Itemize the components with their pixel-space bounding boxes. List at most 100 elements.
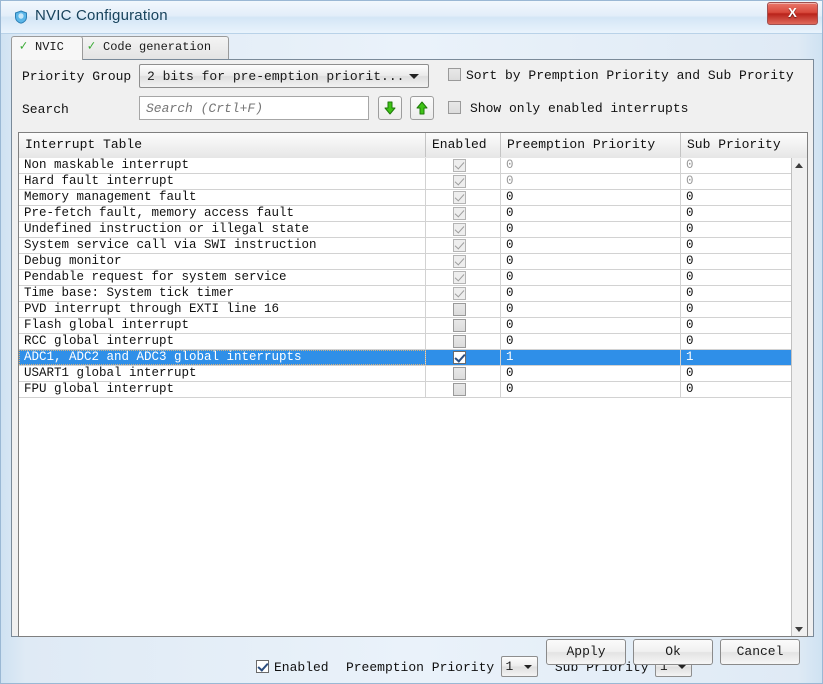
cell-sub-priority[interactable]: 0	[681, 174, 792, 189]
cell-sub-priority[interactable]: 1	[681, 350, 792, 365]
close-icon[interactable]: X	[767, 2, 818, 25]
cell-enabled[interactable]	[426, 222, 501, 237]
table-row[interactable]: RCC global interrupt 0 0	[19, 334, 792, 350]
cancel-button[interactable]: Cancel	[720, 639, 800, 665]
row-enabled-checkbox[interactable]	[453, 383, 466, 396]
cell-interrupt-name: USART1 global interrupt	[19, 366, 426, 381]
checkbox-box[interactable]	[448, 101, 461, 114]
search-prev-button[interactable]	[410, 96, 434, 120]
cell-sub-priority[interactable]: 0	[681, 382, 792, 397]
cell-preemption-priority[interactable]: 0	[501, 158, 681, 173]
cell-preemption-priority[interactable]: 1	[501, 350, 681, 365]
cell-preemption-priority[interactable]: 0	[501, 270, 681, 285]
cell-preemption-priority[interactable]: 0	[501, 286, 681, 301]
search-input[interactable]	[139, 96, 369, 120]
cell-preemption-priority[interactable]: 0	[501, 318, 681, 333]
row-enabled-checkbox[interactable]	[453, 319, 466, 332]
cell-preemption-priority[interactable]: 0	[501, 254, 681, 269]
cell-enabled[interactable]	[426, 174, 501, 189]
cell-sub-priority[interactable]: 0	[681, 222, 792, 237]
tab-nvic[interactable]: ✓ NVIC	[11, 36, 83, 60]
cell-interrupt-name: Pre-fetch fault, memory access fault	[19, 206, 426, 221]
table-row[interactable]: Undefined instruction or illegal state 0 0	[19, 222, 792, 238]
table-row[interactable]: FPU global interrupt 0 0	[19, 382, 792, 398]
table-row[interactable]: Hard fault interrupt 0 0	[19, 174, 792, 190]
cell-sub-priority[interactable]: 0	[681, 302, 792, 317]
apply-button[interactable]: Apply	[546, 639, 626, 665]
cell-preemption-priority[interactable]: 0	[501, 382, 681, 397]
cell-interrupt-name: FPU global interrupt	[19, 382, 426, 397]
column-header-sub-priority[interactable]: Sub Priority	[681, 133, 791, 157]
cell-sub-priority[interactable]: 0	[681, 254, 792, 269]
sort-by-priority-checkbox[interactable]: Sort by Premption Priority and Sub Prori…	[448, 68, 794, 83]
cell-sub-priority[interactable]: 0	[681, 366, 792, 381]
cell-interrupt-name: Non maskable interrupt	[19, 158, 426, 173]
cell-preemption-priority[interactable]: 0	[501, 222, 681, 237]
cell-sub-priority[interactable]: 0	[681, 270, 792, 285]
cell-enabled[interactable]	[426, 238, 501, 253]
show-only-enabled-checkbox[interactable]: Show only enabled interrupts	[448, 101, 688, 116]
row-enabled-checkbox[interactable]	[453, 351, 466, 364]
cell-preemption-priority[interactable]: 0	[501, 334, 681, 349]
row-enabled-checkbox[interactable]	[453, 303, 466, 316]
table-row[interactable]: Pre-fetch fault, memory access fault 0 0	[19, 206, 792, 222]
cell-sub-priority[interactable]: 0	[681, 158, 792, 173]
cell-preemption-priority[interactable]: 0	[501, 302, 681, 317]
scroll-up-arrow-icon[interactable]	[792, 158, 807, 173]
column-header-preemption-priority[interactable]: Preemption Priority	[501, 133, 681, 157]
tab-code-generation[interactable]: ✓ Code generation	[79, 36, 229, 59]
cell-enabled[interactable]	[426, 270, 501, 285]
cell-enabled[interactable]	[426, 382, 501, 397]
cell-sub-priority[interactable]: 0	[681, 238, 792, 253]
cell-enabled[interactable]	[426, 366, 501, 381]
cell-sub-priority[interactable]: 0	[681, 318, 792, 333]
table-row[interactable]: Time base: System tick timer 0 0	[19, 286, 792, 302]
table-row[interactable]: USART1 global interrupt 0 0	[19, 366, 792, 382]
search-next-button[interactable]	[378, 96, 402, 120]
cell-enabled[interactable]	[426, 286, 501, 301]
cell-preemption-priority[interactable]: 0	[501, 206, 681, 221]
cell-sub-priority[interactable]: 0	[681, 190, 792, 205]
cell-interrupt-name: Hard fault interrupt	[19, 174, 426, 189]
window-titlebar: NVIC Configuration X	[1, 1, 822, 34]
cell-enabled[interactable]	[426, 318, 501, 333]
cell-preemption-priority[interactable]: 0	[501, 174, 681, 189]
row-enabled-checkbox[interactable]	[453, 335, 466, 348]
row-enabled-checkbox	[453, 207, 466, 220]
table-row[interactable]: ADC1, ADC2 and ADC3 global interrupts 1 1	[19, 350, 792, 366]
cell-enabled[interactable]	[426, 302, 501, 317]
shield-icon	[14, 10, 28, 24]
table-row[interactable]: System service call via SWI instruction 0…	[19, 238, 792, 254]
cell-enabled[interactable]	[426, 254, 501, 269]
cell-enabled[interactable]	[426, 350, 501, 365]
cell-preemption-priority[interactable]: 0	[501, 366, 681, 381]
row-enabled-checkbox	[453, 271, 466, 284]
scroll-down-arrow-icon[interactable]	[792, 622, 807, 636]
column-header-interrupt-table[interactable]: Interrupt Table	[19, 133, 426, 157]
cell-sub-priority[interactable]: 0	[681, 206, 792, 221]
cell-enabled[interactable]	[426, 206, 501, 221]
cell-enabled[interactable]	[426, 190, 501, 205]
ok-button[interactable]: Ok	[633, 639, 713, 665]
table-row[interactable]: Non maskable interrupt 0 0	[19, 158, 792, 174]
table-row[interactable]: Debug monitor 0 0	[19, 254, 792, 270]
cell-preemption-priority[interactable]: 0	[501, 238, 681, 253]
cell-interrupt-name: RCC global interrupt	[19, 334, 426, 349]
table-row[interactable]: Pendable request for system service 0 0	[19, 270, 792, 286]
checkbox-box[interactable]	[448, 68, 461, 81]
chevron-down-icon	[409, 74, 419, 79]
column-header-enabled[interactable]: Enabled	[426, 133, 501, 157]
tab-nvic-label: NVIC	[35, 40, 64, 54]
table-row[interactable]: PVD interrupt through EXTI line 16 0 0	[19, 302, 792, 318]
table-row[interactable]: Flash global interrupt 0 0	[19, 318, 792, 334]
table-vertical-scrollbar[interactable]	[791, 158, 807, 636]
cell-preemption-priority[interactable]: 0	[501, 190, 681, 205]
row-enabled-checkbox[interactable]	[453, 367, 466, 380]
cell-enabled[interactable]	[426, 158, 501, 173]
cell-enabled[interactable]	[426, 334, 501, 349]
table-row[interactable]: Memory management fault 0 0	[19, 190, 792, 206]
cell-sub-priority[interactable]: 0	[681, 334, 792, 349]
cell-interrupt-name: ADC1, ADC2 and ADC3 global interrupts	[19, 350, 426, 365]
priority-group-select[interactable]: 2 bits for pre-emption priorit...	[139, 64, 429, 88]
cell-sub-priority[interactable]: 0	[681, 286, 792, 301]
